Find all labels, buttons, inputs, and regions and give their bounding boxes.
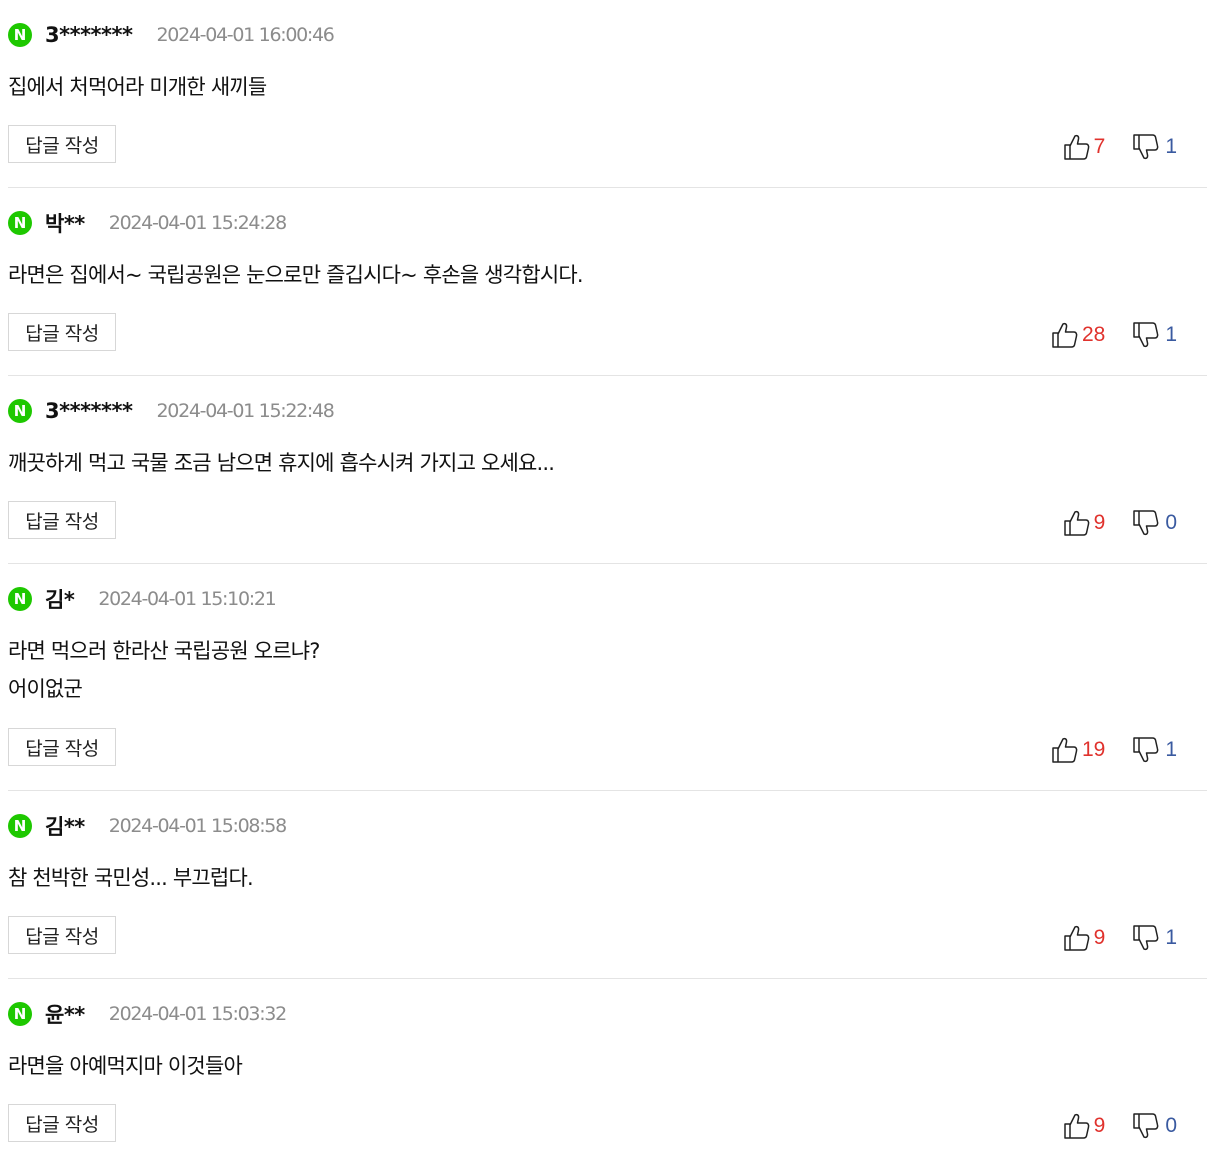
comment-timestamp: 2024-04-01 15:03:32 <box>108 1003 287 1025</box>
thumbs-down-icon <box>1133 1113 1159 1139</box>
dislike-button[interactable]: 0 <box>1131 1111 1177 1141</box>
comment-timestamp: 2024-04-01 16:00:46 <box>156 24 335 46</box>
naver-badge-icon: N <box>8 399 32 423</box>
comment-text: 라면 먹으러 한라산 국립공원 오르냐? 어이없군 <box>8 632 320 708</box>
comment-item: N 3******* 2024-04-01 16:00:46 집에서 처먹어라 … <box>8 0 1207 188</box>
comment-author[interactable]: 3******* <box>45 23 133 47</box>
like-button[interactable]: 19 <box>1050 735 1105 765</box>
comment-header: N 박** 2024-04-01 15:24:28 <box>8 208 287 238</box>
comment-header: N 윤** 2024-04-01 15:03:32 <box>8 999 287 1029</box>
comment-timestamp: 2024-04-01 15:10:21 <box>98 588 276 610</box>
dislike-count: 0 <box>1165 1114 1177 1137</box>
thumbs-up-icon <box>1063 134 1089 160</box>
thumbs-up-icon <box>1063 925 1089 951</box>
vote-controls: 19 1 <box>1050 733 1177 767</box>
naver-badge-icon: N <box>8 587 32 611</box>
comment-item: N 박** 2024-04-01 15:24:28 라면은 집에서~ 국립공원은… <box>8 188 1207 376</box>
like-button[interactable]: 9 <box>1062 923 1106 953</box>
vote-controls: 9 1 <box>1062 921 1177 955</box>
comment-text: 집에서 처먹어라 미개한 새끼들 <box>8 68 267 106</box>
naver-badge-icon: N <box>8 814 32 838</box>
like-button[interactable]: 28 <box>1050 320 1105 350</box>
thumbs-down-icon <box>1133 925 1159 951</box>
thumbs-up-icon <box>1063 510 1089 536</box>
dislike-button[interactable]: 1 <box>1131 132 1177 162</box>
comment-item: N 3******* 2024-04-01 15:22:48 깨끗하게 먹고 국… <box>8 376 1207 564</box>
dislike-button[interactable]: 1 <box>1131 923 1177 953</box>
reply-button[interactable]: 답글 작성 <box>8 125 116 163</box>
comment-text: 라면을 아예먹지마 이것들아 <box>8 1047 243 1085</box>
naver-badge-icon: N <box>8 1002 32 1026</box>
vote-controls: 9 0 <box>1062 1109 1177 1143</box>
thumbs-up-icon <box>1052 322 1078 348</box>
thumbs-down-icon <box>1133 510 1159 536</box>
like-count: 9 <box>1093 511 1106 534</box>
thumbs-down-icon <box>1133 737 1159 763</box>
like-count: 19 <box>1081 738 1106 761</box>
comment-timestamp: 2024-04-01 15:08:58 <box>108 815 287 837</box>
comment-item: N 김* 2024-04-01 15:10:21 라면 먹으러 한라산 국립공원… <box>8 564 1207 791</box>
thumbs-up-icon <box>1052 737 1078 763</box>
like-button[interactable]: 9 <box>1062 508 1106 538</box>
like-count: 7 <box>1093 135 1106 158</box>
comment-text-line: 라면은 집에서~ 국립공원은 눈으로만 즐깁시다~ 후손을 생각합시다. <box>8 263 584 287</box>
comment-author[interactable]: 3******* <box>45 399 133 423</box>
reply-button[interactable]: 답글 작성 <box>8 501 116 539</box>
thumbs-up-icon <box>1063 1113 1089 1139</box>
vote-controls: 7 1 <box>1062 130 1177 164</box>
comment-item: N 윤** 2024-04-01 15:03:32 라면을 아예먹지마 이것들아… <box>8 979 1207 1167</box>
comment-author[interactable]: 박** <box>45 208 85 238</box>
comment-timestamp: 2024-04-01 15:24:28 <box>108 212 287 234</box>
comment-text-line: 어이없군 <box>8 677 83 701</box>
dislike-button[interactable]: 0 <box>1131 508 1177 538</box>
dislike-count: 1 <box>1165 926 1177 949</box>
naver-badge-icon: N <box>8 23 32 47</box>
comment-header: N 김** 2024-04-01 15:08:58 <box>8 811 287 841</box>
comment-list: N 3******* 2024-04-01 16:00:46 집에서 처먹어라 … <box>0 0 1210 1167</box>
comment-header: N 3******* 2024-04-01 15:22:48 <box>8 396 335 426</box>
reply-button[interactable]: 답글 작성 <box>8 916 116 954</box>
comment-header: N 김* 2024-04-01 15:10:21 <box>8 584 277 614</box>
naver-badge-icon: N <box>8 211 32 235</box>
comment-item: N 김** 2024-04-01 15:08:58 참 천박한 국민성... 부… <box>8 791 1207 979</box>
comment-text-line: 참 천박한 국민성... 부끄럽다. <box>8 866 254 890</box>
like-count: 9 <box>1093 926 1106 949</box>
comment-text-line: 깨끗하게 먹고 국물 조금 남으면 휴지에 흡수시켜 가지고 오세요... <box>8 451 555 475</box>
comment-text: 참 천박한 국민성... 부끄럽다. <box>8 859 254 897</box>
reply-button[interactable]: 답글 작성 <box>8 1104 116 1142</box>
vote-controls: 9 0 <box>1062 506 1177 540</box>
thumbs-down-icon <box>1133 322 1159 348</box>
like-count: 28 <box>1081 323 1106 346</box>
dislike-count: 1 <box>1165 738 1177 761</box>
like-button[interactable]: 7 <box>1062 132 1106 162</box>
dislike-count: 0 <box>1165 511 1177 534</box>
comment-text-line: 라면 먹으러 한라산 국립공원 오르냐? <box>8 639 320 663</box>
comment-text-line: 라면을 아예먹지마 이것들아 <box>8 1054 243 1078</box>
dislike-count: 1 <box>1165 135 1177 158</box>
dislike-count: 1 <box>1165 323 1177 346</box>
comment-header: N 3******* 2024-04-01 16:00:46 <box>8 20 335 50</box>
comment-author[interactable]: 김* <box>45 584 75 614</box>
comment-timestamp: 2024-04-01 15:22:48 <box>156 400 335 422</box>
comment-text: 라면은 집에서~ 국립공원은 눈으로만 즐깁시다~ 후손을 생각합시다. <box>8 256 584 294</box>
dislike-button[interactable]: 1 <box>1131 320 1177 350</box>
reply-button[interactable]: 답글 작성 <box>8 728 116 766</box>
like-button[interactable]: 9 <box>1062 1111 1106 1141</box>
comment-author[interactable]: 김** <box>45 811 85 841</box>
reply-button[interactable]: 답글 작성 <box>8 313 116 351</box>
vote-controls: 28 1 <box>1050 318 1177 352</box>
comment-text: 깨끗하게 먹고 국물 조금 남으면 휴지에 흡수시켜 가지고 오세요... <box>8 444 555 482</box>
like-count: 9 <box>1093 1114 1106 1137</box>
thumbs-down-icon <box>1133 134 1159 160</box>
dislike-button[interactable]: 1 <box>1131 735 1177 765</box>
comment-author[interactable]: 윤** <box>45 999 85 1029</box>
comment-text-line: 집에서 처먹어라 미개한 새끼들 <box>8 75 267 99</box>
